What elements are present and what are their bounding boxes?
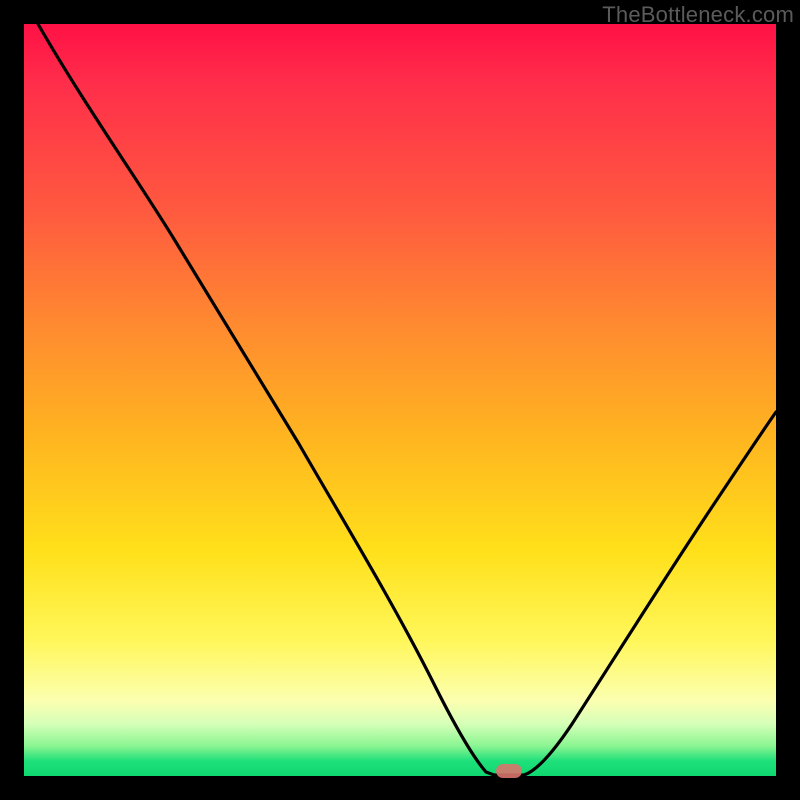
watermark-text: TheBottleneck.com — [602, 2, 794, 28]
bottleneck-curve — [24, 24, 776, 776]
optimal-marker — [496, 764, 522, 778]
chart-frame: TheBottleneck.com — [0, 0, 800, 800]
plot-area — [24, 24, 776, 776]
curve-path — [38, 24, 776, 775]
